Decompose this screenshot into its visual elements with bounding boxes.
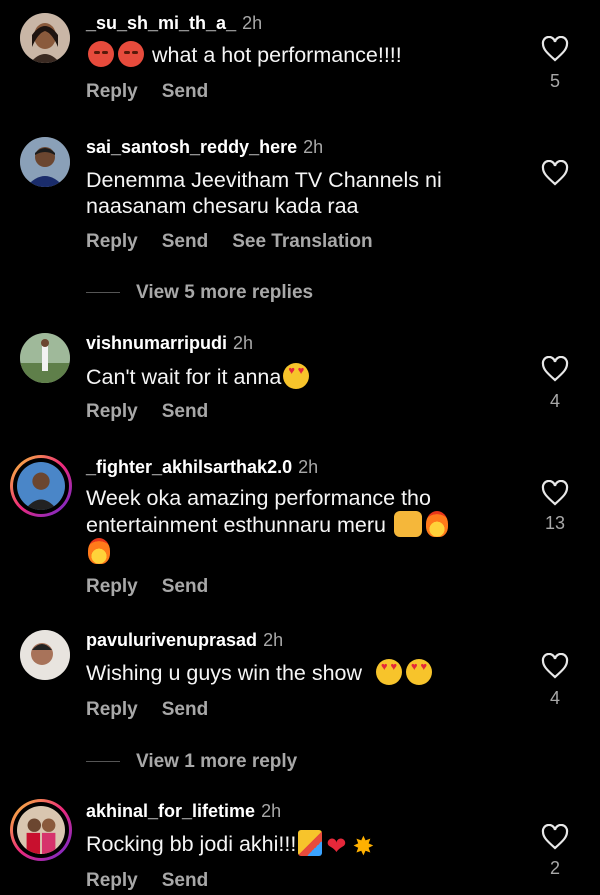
- send-button[interactable]: Send: [162, 231, 208, 252]
- like-button[interactable]: [541, 356, 569, 382]
- heart-outline-icon: [541, 160, 569, 186]
- username[interactable]: _fighter_akhilsarthak2.0: [86, 457, 292, 477]
- comment-header: pavulurivenuprasad 2h: [86, 630, 283, 651]
- timestamp: 2h: [242, 13, 263, 33]
- comment-body: what a hot performance!!!!: [151, 43, 402, 67]
- reply-button[interactable]: Reply: [86, 81, 138, 102]
- timestamp: 2h: [298, 457, 319, 477]
- like-count: 2: [549, 858, 560, 878]
- view-more-replies[interactable]: View 1 more reply: [86, 751, 386, 773]
- hot-face-emoji: [118, 41, 144, 67]
- comment-actions: Reply Send: [86, 81, 232, 103]
- reply-button[interactable]: Reply: [86, 401, 138, 422]
- username[interactable]: sai_santosh_reddy_here: [86, 137, 297, 157]
- comment-actions: Reply Send: [86, 576, 232, 598]
- comment-body: Wishing u guys win the show: [86, 661, 363, 685]
- comment-body-line: entertainment esthunnaru meru: [86, 513, 386, 537]
- send-button[interactable]: Send: [162, 576, 208, 597]
- comment-text: Rocking bb jodi akhi!!! ❤ ✸: [86, 830, 506, 860]
- like-count: 4: [549, 688, 560, 708]
- like-count: 5: [549, 71, 560, 91]
- raising-hands-emoji: [393, 511, 422, 537]
- send-button[interactable]: Send: [162, 81, 208, 102]
- fire-emoji: [425, 511, 448, 537]
- reply-button[interactable]: Reply: [86, 576, 138, 597]
- reply-button[interactable]: Reply: [86, 870, 138, 891]
- comment-actions: Reply Send: [86, 870, 232, 892]
- heart-outline-icon: [541, 36, 569, 62]
- heart-outline-icon: [541, 824, 569, 850]
- heart-outline-icon: [541, 356, 569, 382]
- username[interactable]: _su_sh_mi_th_a_: [86, 13, 236, 33]
- avatar[interactable]: [20, 333, 70, 383]
- heart-eyes-emoji: [406, 659, 432, 685]
- comment-text: Week oka amazing performance tho enterta…: [86, 485, 506, 565]
- comment-header: akhinal_for_lifetime 2h: [86, 801, 281, 822]
- timestamp: 2h: [263, 630, 284, 650]
- comment-header: _fighter_akhilsarthak2.0 2h: [86, 457, 318, 478]
- like-button[interactable]: [541, 824, 569, 850]
- like-count: 4: [549, 391, 560, 411]
- red-heart-emoji: ❤: [326, 833, 347, 860]
- hot-face-emoji: [88, 41, 114, 67]
- view-more-label: View 5 more replies: [136, 282, 314, 303]
- view-more-label: View 1 more reply: [136, 751, 298, 772]
- avatar-image: [17, 806, 65, 854]
- like-count: 13: [544, 513, 566, 533]
- comment-text: what a hot performance!!!!: [86, 41, 506, 68]
- avatar[interactable]: [20, 13, 70, 63]
- comment-body-line: naasanam chesaru kada raa: [86, 194, 359, 218]
- avatar[interactable]: [20, 137, 70, 187]
- username[interactable]: pavulurivenuprasad: [86, 630, 257, 650]
- timestamp: 2h: [233, 333, 254, 353]
- send-button[interactable]: Send: [162, 699, 208, 720]
- comment-body-line-3: [86, 538, 506, 565]
- reply-button[interactable]: Reply: [86, 231, 138, 252]
- avatar[interactable]: [20, 630, 70, 680]
- comment-text: Denemma Jeevitham TV Channels ni naasana…: [86, 167, 506, 219]
- send-button[interactable]: Send: [162, 401, 208, 422]
- username[interactable]: vishnumarripudi: [86, 333, 227, 353]
- see-translation-button[interactable]: See Translation: [232, 231, 372, 252]
- like-button[interactable]: [541, 36, 569, 62]
- comment-body-line: Denemma Jeevitham TV Channels ni: [86, 168, 442, 192]
- avatar[interactable]: [10, 455, 72, 517]
- divider: [86, 761, 120, 763]
- comment-text: Wishing u guys win the show: [86, 659, 506, 686]
- timestamp: 2h: [303, 137, 324, 157]
- like-button[interactable]: [541, 653, 569, 679]
- send-button[interactable]: Send: [162, 870, 208, 891]
- comment-body-line-2: entertainment esthunnaru meru: [86, 511, 506, 538]
- party-popper-emoji: [298, 830, 323, 856]
- comment-header: sai_santosh_reddy_here 2h: [86, 137, 323, 158]
- view-more-replies[interactable]: View 5 more replies: [86, 282, 386, 304]
- avatar-image: [17, 462, 65, 510]
- heart-eyes-emoji: [376, 659, 402, 685]
- username[interactable]: akhinal_for_lifetime: [86, 801, 255, 821]
- comment-body: Can't wait for it anna: [86, 365, 282, 389]
- comment-actions: Reply Send See Translation: [86, 231, 397, 253]
- reply-button[interactable]: Reply: [86, 699, 138, 720]
- like-button[interactable]: [541, 160, 569, 186]
- divider: [86, 292, 120, 294]
- collision-emoji: ✸: [352, 831, 375, 861]
- heart-outline-icon: [541, 480, 569, 506]
- comment-body-line: Week oka amazing performance tho: [86, 486, 431, 510]
- comment-header: _su_sh_mi_th_a_ 2h: [86, 13, 262, 34]
- fire-emoji: [88, 538, 110, 564]
- heart-outline-icon: [541, 653, 569, 679]
- timestamp: 2h: [261, 801, 282, 821]
- like-button[interactable]: [541, 480, 569, 506]
- comment-header: vishnumarripudi 2h: [86, 333, 253, 354]
- heart-eyes-emoji: [283, 363, 310, 389]
- comment-actions: Reply Send: [86, 401, 232, 423]
- comment-body: Rocking bb jodi akhi!!!: [86, 832, 297, 856]
- avatar[interactable]: [10, 799, 72, 861]
- comment-text: Can't wait for it anna: [86, 363, 506, 390]
- comment-actions: Reply Send: [86, 699, 232, 721]
